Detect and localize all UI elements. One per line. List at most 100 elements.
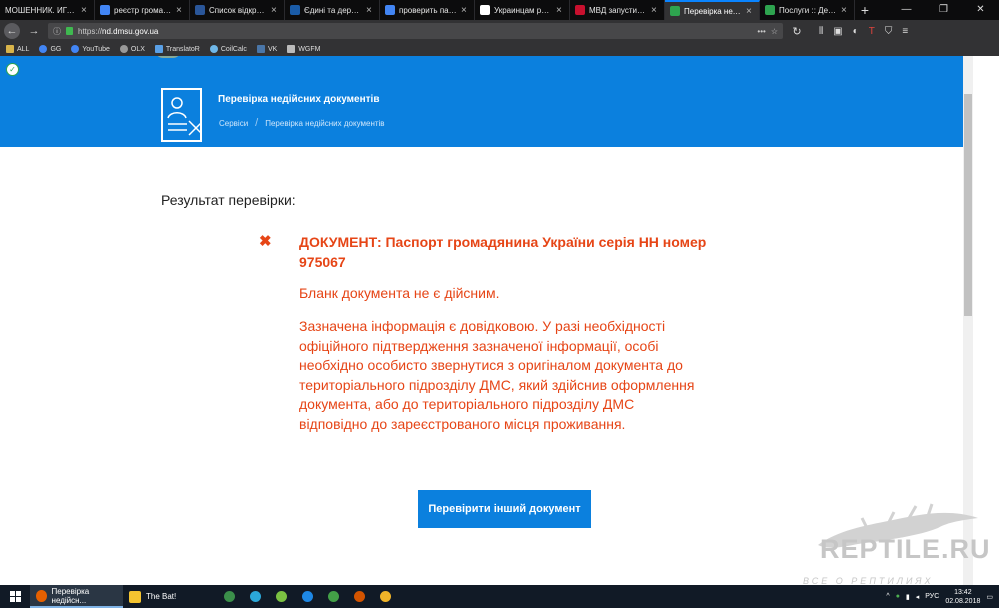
extension-t-icon[interactable]: T — [869, 26, 875, 37]
taskbar-app[interactable] — [346, 585, 372, 608]
library-icon[interactable]: ⫴ — [819, 26, 823, 37]
info-icon[interactable]: ⓘ — [53, 26, 61, 37]
breadcrumb-separator: / — [255, 117, 259, 129]
bookmark-label: ALL — [17, 45, 30, 53]
tab-title: МВД запустило он — [589, 5, 647, 15]
scrollbar-thumb[interactable] — [964, 94, 972, 316]
tray-chevron-icon[interactable]: ^ — [886, 593, 889, 600]
trident-icon — [290, 5, 300, 15]
taskbar-app[interactable] — [320, 585, 346, 608]
close-tab-icon[interactable]: × — [556, 5, 564, 16]
shield-extension-icon[interactable]: ⛉ — [885, 26, 893, 37]
the-bat-icon — [129, 590, 141, 603]
taskbar-the-bat[interactable]: The Bat! — [123, 585, 216, 608]
firefox-icon — [36, 589, 47, 602]
breadcrumb: Сервіси / Перевірка недійсних документів — [219, 117, 385, 129]
bookmark-coilcalc[interactable]: CoilCalc — [209, 45, 247, 53]
coat-of-arms-logo[interactable] — [155, 56, 181, 58]
browser-tab[interactable]: Єдині та державні × — [285, 0, 380, 20]
back-button[interactable]: ← — [4, 23, 20, 39]
network-icon[interactable]: ▮ — [906, 593, 910, 601]
language-indicator[interactable]: РУС — [925, 593, 939, 600]
windows-start-button[interactable] — [0, 585, 30, 608]
bookmark-wgfm[interactable]: WGFM — [287, 45, 320, 53]
taskbar-app[interactable] — [372, 585, 398, 608]
extension-icon[interactable]: ◐ — [853, 26, 859, 37]
tab-title: Украинцам разре — [494, 5, 552, 15]
close-tab-icon[interactable]: × — [746, 6, 754, 17]
browser-tab[interactable]: проверить паспор × — [380, 0, 475, 20]
bookmark-olx[interactable]: OLX — [119, 45, 145, 53]
close-tab-icon[interactable]: × — [461, 5, 469, 16]
volume-icon[interactable]: ◂ — [916, 593, 920, 601]
save-to-pocket-icon[interactable]: ▣ — [833, 26, 842, 37]
app-icon — [379, 591, 391, 602]
taskbar-app[interactable] — [242, 585, 268, 608]
check-another-document-button[interactable]: Перевірити інший документ — [418, 490, 591, 528]
address-bar[interactable]: ⓘ https://nd.dmsu.gov.ua ••• ☆ — [48, 23, 783, 39]
close-tab-icon[interactable]: × — [176, 5, 184, 16]
google-icon — [71, 45, 80, 53]
coil-icon — [209, 45, 218, 53]
site-icon — [480, 5, 490, 15]
site-icon — [670, 6, 680, 16]
clock[interactable]: 13:42 02.08.2018 — [945, 588, 980, 606]
new-tab-button[interactable]: + — [855, 0, 875, 20]
tray-app-icon[interactable]: ● — [896, 593, 900, 600]
bookmark-label: WGFM — [298, 45, 321, 53]
app-icon — [275, 591, 287, 602]
close-tab-icon[interactable]: × — [271, 5, 279, 16]
google-icon — [39, 45, 48, 53]
forward-button[interactable]: → — [26, 23, 42, 39]
bookmark-gg[interactable]: GG — [39, 45, 61, 53]
close-tab-icon[interactable]: × — [841, 5, 849, 16]
system-tray: ^ ● ▮ ◂ РУС 13:42 02.08.2018 ▭ — [886, 588, 999, 606]
close-tab-icon[interactable]: × — [366, 5, 374, 16]
browser-tab[interactable]: МОШЕННИК. ИГОРЬ В × — [0, 0, 95, 20]
olx-icon — [119, 45, 128, 53]
browser-tab[interactable]: Список відкритих : × — [190, 0, 285, 20]
reload-icon[interactable]: ↻ — [789, 23, 805, 39]
maximize-button[interactable]: ❐ — [925, 0, 962, 20]
taskbar-app[interactable] — [216, 585, 242, 608]
invalid-status-message: Бланк документа не є дійсним. — [299, 285, 500, 301]
close-tab-icon[interactable]: × — [651, 5, 659, 16]
minimize-button[interactable]: — — [888, 0, 925, 20]
tab-title: проверить паспор — [399, 5, 457, 15]
invalid-cross-icon: ✖ — [259, 233, 272, 250]
browser-tab[interactable]: Украинцам разре × — [475, 0, 570, 20]
google-icon — [100, 5, 110, 15]
browser-tab[interactable]: Послуги :: Держа × — [760, 0, 855, 20]
windows-logo-icon — [9, 591, 21, 602]
vk-icon — [256, 45, 265, 53]
close-tab-icon[interactable]: × — [81, 5, 89, 16]
bookmark-all[interactable]: ALL — [6, 45, 29, 53]
folder-icon — [6, 45, 14, 53]
site-icon — [195, 5, 205, 15]
close-window-button[interactable]: ✕ — [962, 0, 999, 20]
toolbar-extensions: ⫴ ▣ ◐ T ⛉ ≡ — [819, 26, 908, 37]
bookmark-page-icon — [287, 45, 296, 53]
url-text[interactable]: https://nd.dmsu.gov.ua — [78, 27, 752, 36]
taskbar-firefox[interactable]: Перевірка недійсн... — [30, 585, 123, 608]
browser-tab-active[interactable]: Перевірка недійс × — [665, 0, 760, 20]
bookmark-youtube[interactable]: YouTube — [71, 45, 110, 53]
breadcrumb-services-link[interactable]: Сервіси — [219, 119, 248, 128]
bookmark-vk[interactable]: VK — [256, 45, 277, 53]
bookmark-translator[interactable]: TranslatoR — [154, 45, 200, 53]
menu-icon[interactable]: ≡ — [902, 26, 908, 37]
url-scheme: https:// — [78, 26, 103, 36]
browser-tab[interactable]: реєстр громадян у × — [95, 0, 190, 20]
page-actions-icon[interactable]: ••• — [757, 27, 765, 36]
taskbar-app[interactable] — [294, 585, 320, 608]
document-check-icon — [161, 88, 204, 142]
taskbar-app[interactable] — [268, 585, 294, 608]
taskbar: Перевірка недійсн... The Bat! ^ ● ▮ ◂ РУ… — [0, 585, 999, 608]
document-identifier: ДОКУМЕНТ: Паспорт громадянина України се… — [299, 234, 707, 270]
notifications-icon[interactable]: ▭ — [986, 593, 993, 601]
bookmark-star-icon[interactable]: ☆ — [771, 27, 778, 36]
bookmark-label: YouTube — [82, 45, 110, 53]
shield-check-icon[interactable]: ✓ — [6, 63, 19, 76]
browser-tab[interactable]: МВД запустило он × — [570, 0, 665, 20]
lock-icon[interactable] — [66, 27, 73, 35]
